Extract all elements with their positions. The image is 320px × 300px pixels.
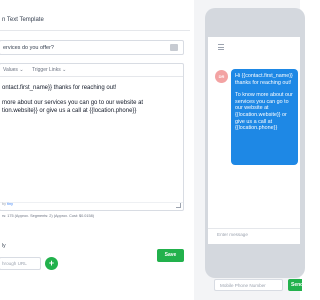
title-divider xyxy=(0,30,190,31)
editor-statusbar-divider xyxy=(0,202,183,203)
custom-values-label: Values xyxy=(3,67,18,73)
panel-title: n Text Template xyxy=(2,17,44,23)
custom-values-dropdown[interactable]: Values ⌄ xyxy=(3,67,24,73)
attach-url-input[interactable]: hrough URL xyxy=(0,257,41,270)
send-test-button[interactable]: Send xyxy=(288,279,302,291)
phone-number-placeholder: Mobile Phone Number xyxy=(220,283,266,288)
phone-message-input[interactable]: Enter message xyxy=(217,232,248,237)
hamburger-menu-icon[interactable] xyxy=(218,44,224,52)
add-attachment-button[interactable]: + xyxy=(45,257,58,270)
trigger-links-dropdown[interactable]: Trigger Links ⌄ xyxy=(32,67,66,73)
avatar: DR xyxy=(215,70,228,83)
resize-handle-icon[interactable] xyxy=(176,203,181,208)
bubble-text-details: To know more about our services you can … xyxy=(235,92,293,132)
save-button[interactable]: Save xyxy=(157,249,184,262)
body-line-1: ontact.first_name}} thanks for reaching … xyxy=(2,85,117,91)
template-name-value: ervices do you offer? xyxy=(3,45,54,51)
field-icon[interactable] xyxy=(170,44,178,51)
character-count: rs: 175 (Approx. Segments: 2) (Approx. C… xyxy=(2,214,95,218)
phone-number-input[interactable]: Mobile Phone Number xyxy=(214,279,283,291)
template-name-input[interactable]: ervices do you offer? xyxy=(0,40,184,55)
body-line-3: tion.website}} or give us a call at {{lo… xyxy=(2,108,137,114)
editor-body[interactable]: ontact.first_name}} thanks for reaching … xyxy=(2,84,182,115)
tiny-brand-link[interactable]: tiny xyxy=(7,202,13,206)
trigger-links-label: Trigger Links xyxy=(32,67,61,73)
editor-toolbar: Values ⌄ Trigger Links ⌄ xyxy=(0,64,183,77)
chevron-down-icon: ⌄ xyxy=(62,67,67,73)
phone-input-divider xyxy=(208,228,300,229)
body-line-2: more about our services you can go to ou… xyxy=(2,100,144,106)
chevron-down-icon: ⌄ xyxy=(19,67,24,73)
attach-label: ly xyxy=(2,243,6,249)
message-editor[interactable]: Values ⌄ Trigger Links ⌄ ontact.first_na… xyxy=(0,63,184,211)
bubble-text-greeting: Hi {{contact.first_name}} thanks for rea… xyxy=(235,73,293,86)
template-editor-panel: n Text Template ervices do you offer? Va… xyxy=(0,0,194,300)
message-bubble: Hi {{contact.first_name}} thanks for rea… xyxy=(231,69,298,165)
powered-by: by tiny xyxy=(2,202,13,206)
attach-url-placeholder: hrough URL xyxy=(2,261,27,266)
